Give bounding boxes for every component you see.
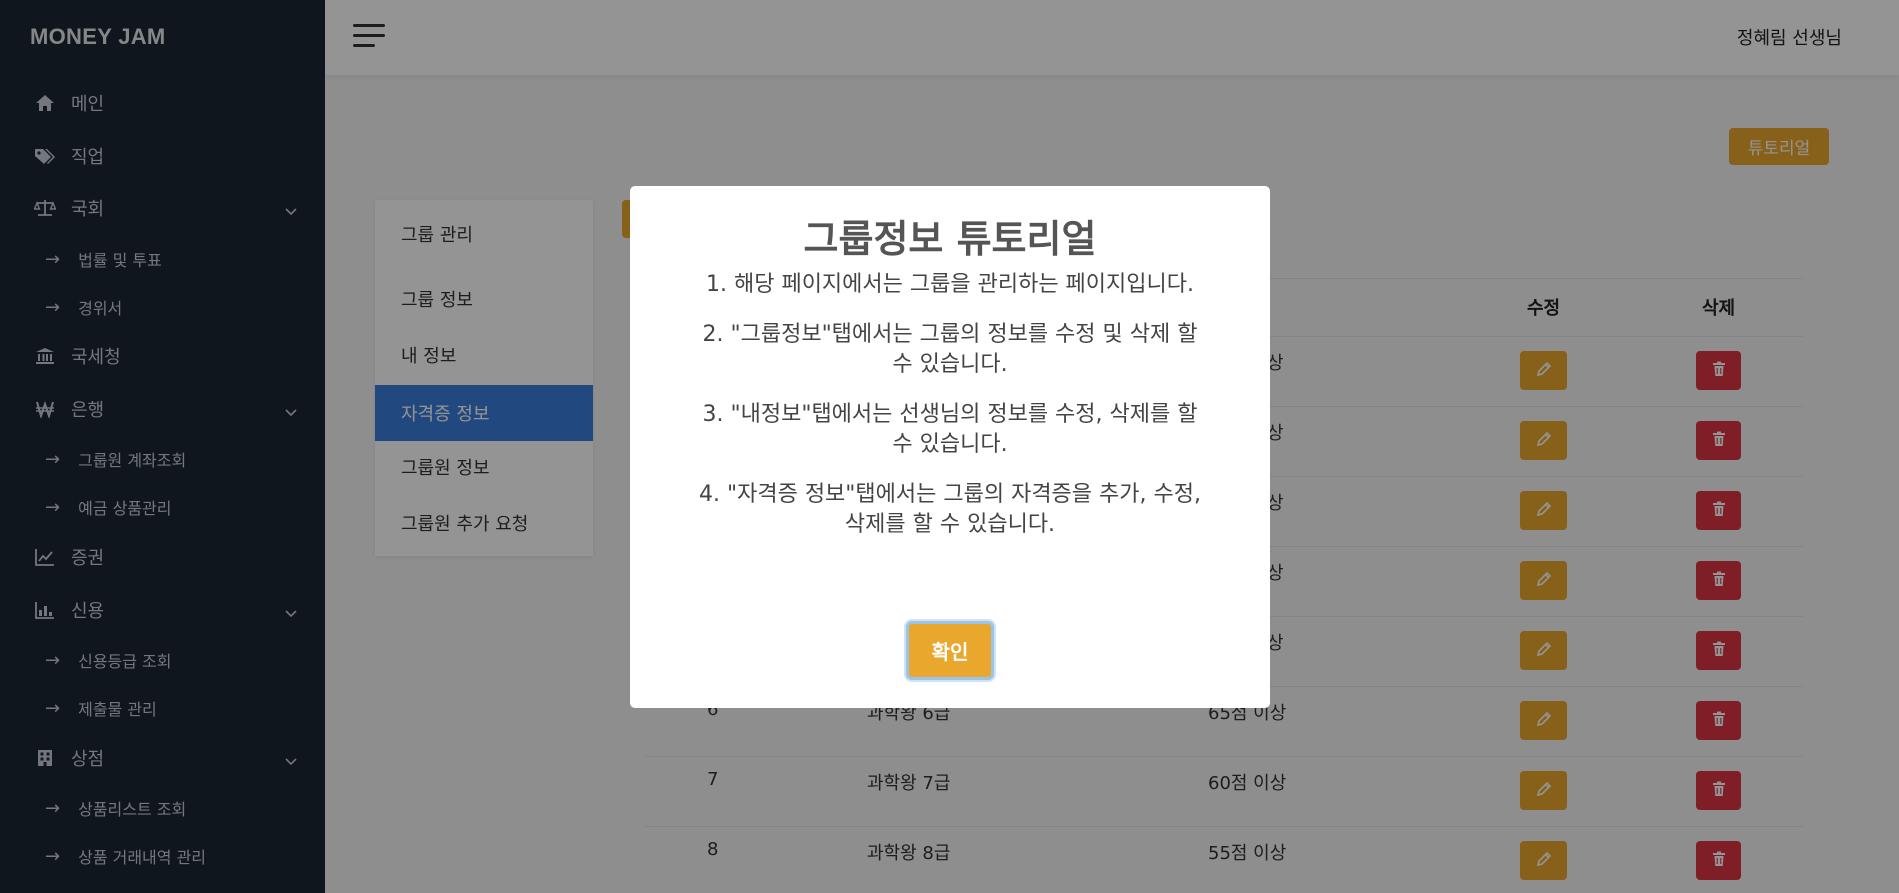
tutorial-modal: 그룹정보 튜토리얼 1. 해당 페이지에서는 그룹을 관리하는 페이지입니다. … [630,186,1270,708]
tutorial-step: 2. "그룹정보"탭에서는 그룹의 정보를 수정 및 삭제 할 수 있습니다. [702,322,1198,377]
tutorial-step: 1. 해당 페이지에서는 그룹을 관리하는 페이지입니다. [706,272,1194,297]
tutorial-steps: 1. 해당 페이지에서는 그룹을 관리하는 페이지입니다. 2. "그룹정보"탭… [690,270,1210,560]
confirm-button[interactable]: 확인 [906,621,994,680]
tutorial-step: 4. "자격증 정보"탭에서는 그룹의 자격증을 추가, 수정, 삭제를 할 수… [699,482,1201,537]
modal-title: 그룹정보 튜토리얼 [803,217,1097,261]
tutorial-step: 3. "내정보"탭에서는 선생님의 정보를 수정, 삭제를 할 수 있습니다. [702,402,1198,457]
